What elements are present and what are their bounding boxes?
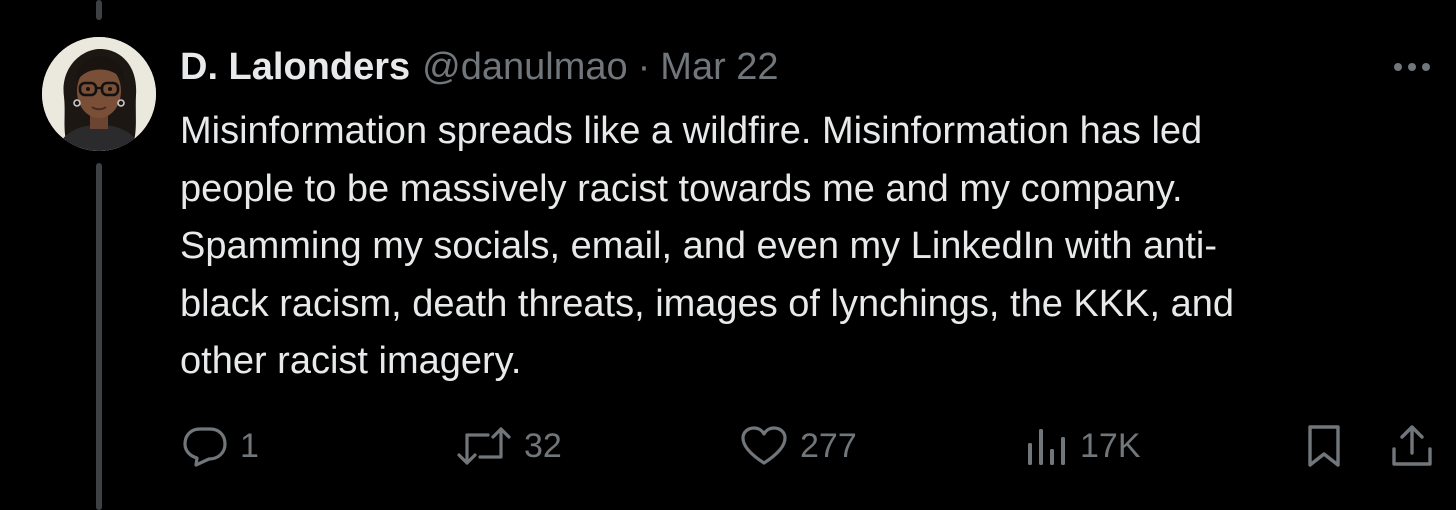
display-name[interactable]: D. Lalonders [180, 46, 410, 89]
avatar[interactable] [42, 37, 156, 151]
tweet-body-line: Misinformation spreads like a wildfire. … [180, 110, 1203, 152]
share-button[interactable] [1390, 420, 1434, 472]
more-horizontal-icon [1394, 63, 1430, 71]
tweet-body-line: Spamming my socials, email, and even my … [180, 225, 1218, 267]
header-separator: · [637, 45, 651, 88]
views-count: 17K [1080, 426, 1141, 465]
tweet-body: Misinformation spreads like a wildfire. … [180, 103, 1420, 391]
thread-connector-bottom [96, 163, 102, 510]
tweet-body-line: people to be massively racist towards me… [180, 167, 1183, 210]
more-options-button[interactable] [1390, 50, 1434, 84]
bookmark-icon [1308, 425, 1340, 467]
avatar-portrait-image [42, 37, 156, 151]
reply-button[interactable]: 1 [182, 420, 259, 472]
views-chart-icon [1028, 429, 1065, 465]
heart-icon [741, 426, 787, 465]
tweet-card[interactable]: D. Lalonders @danulmao · Mar 22 Misinfor… [0, 0, 1456, 510]
tweet-header: D. Lalonders @danulmao · Mar 22 [180, 43, 779, 91]
tweet-body-line: black racism, death threats, images of l… [180, 282, 1234, 325]
share-icon [1392, 425, 1432, 466]
repost-button[interactable]: 32 [456, 420, 562, 472]
tweet-body-line: other racist imagery. [180, 340, 522, 382]
views-button[interactable]: 17K [1024, 420, 1141, 472]
post-date[interactable]: Mar 22 [660, 46, 778, 89]
like-count: 277 [800, 426, 857, 465]
bookmark-button[interactable] [1304, 420, 1344, 472]
repost-count: 32 [524, 426, 562, 465]
thread-connector-top [96, 0, 102, 20]
user-handle[interactable]: @danulmao [422, 46, 627, 89]
repost-icon [457, 427, 511, 465]
reply-count: 1 [240, 426, 259, 465]
reply-icon [183, 427, 227, 467]
like-button[interactable]: 277 [740, 420, 857, 472]
